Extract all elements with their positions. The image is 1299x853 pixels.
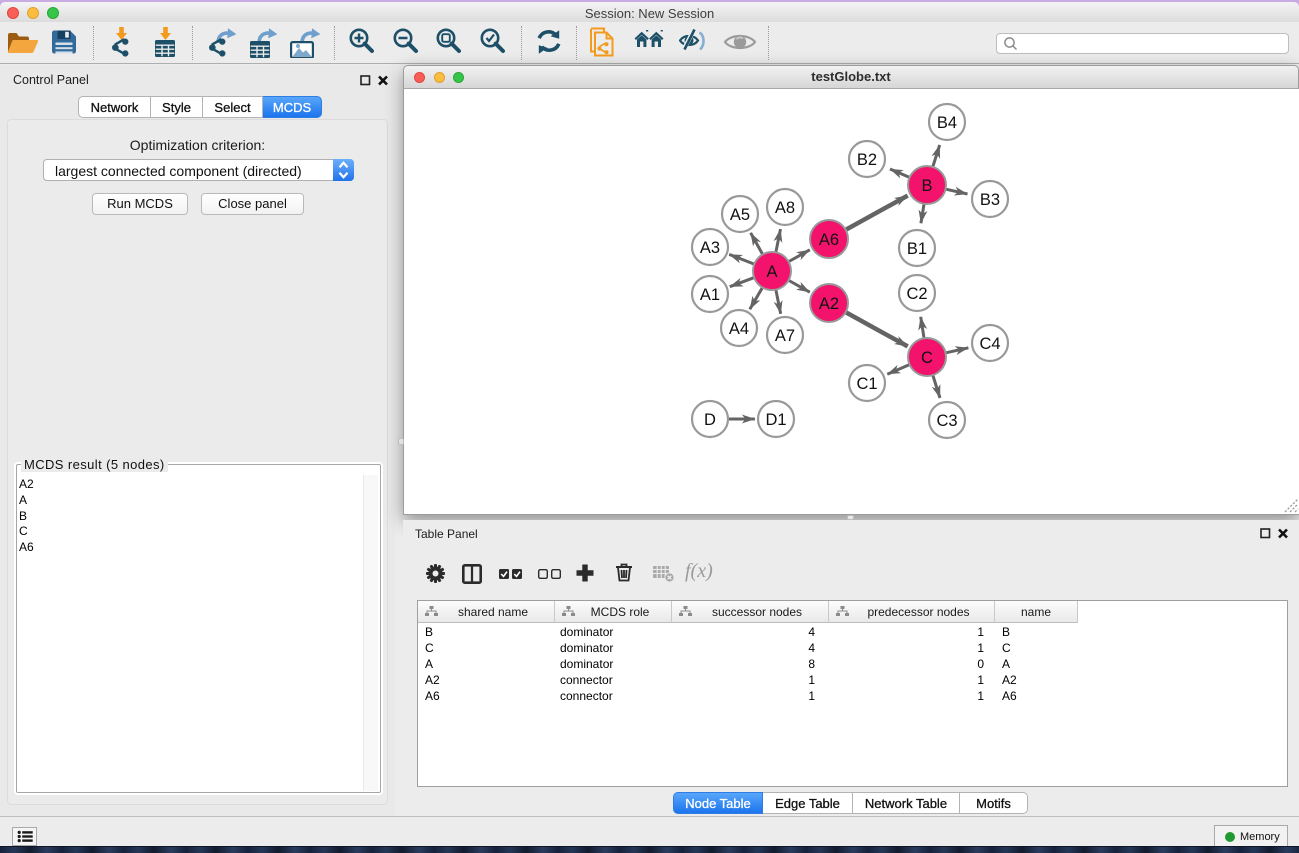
svg-text:A8: A8	[775, 199, 795, 217]
svg-text:A2: A2	[819, 295, 839, 313]
svg-text:B1: B1	[907, 240, 927, 258]
svg-text:C3: C3	[936, 412, 957, 430]
svg-text:B4: B4	[937, 114, 957, 132]
svg-text:B2: B2	[857, 151, 877, 169]
svg-text:B3: B3	[980, 191, 1000, 209]
svg-text:A: A	[766, 263, 777, 281]
svg-text:A6: A6	[819, 231, 839, 249]
svg-text:A7: A7	[775, 327, 795, 345]
svg-text:C1: C1	[856, 375, 877, 393]
svg-text:A4: A4	[729, 320, 749, 338]
svg-text:C4: C4	[979, 335, 1000, 353]
svg-text:D1: D1	[765, 411, 786, 429]
svg-text:C: C	[921, 349, 933, 367]
svg-text:A5: A5	[730, 206, 750, 224]
svg-text:A1: A1	[700, 286, 720, 304]
svg-text:B: B	[921, 177, 932, 195]
svg-text:A3: A3	[700, 239, 720, 257]
svg-text:C2: C2	[906, 285, 927, 303]
svg-text:D: D	[704, 411, 716, 429]
